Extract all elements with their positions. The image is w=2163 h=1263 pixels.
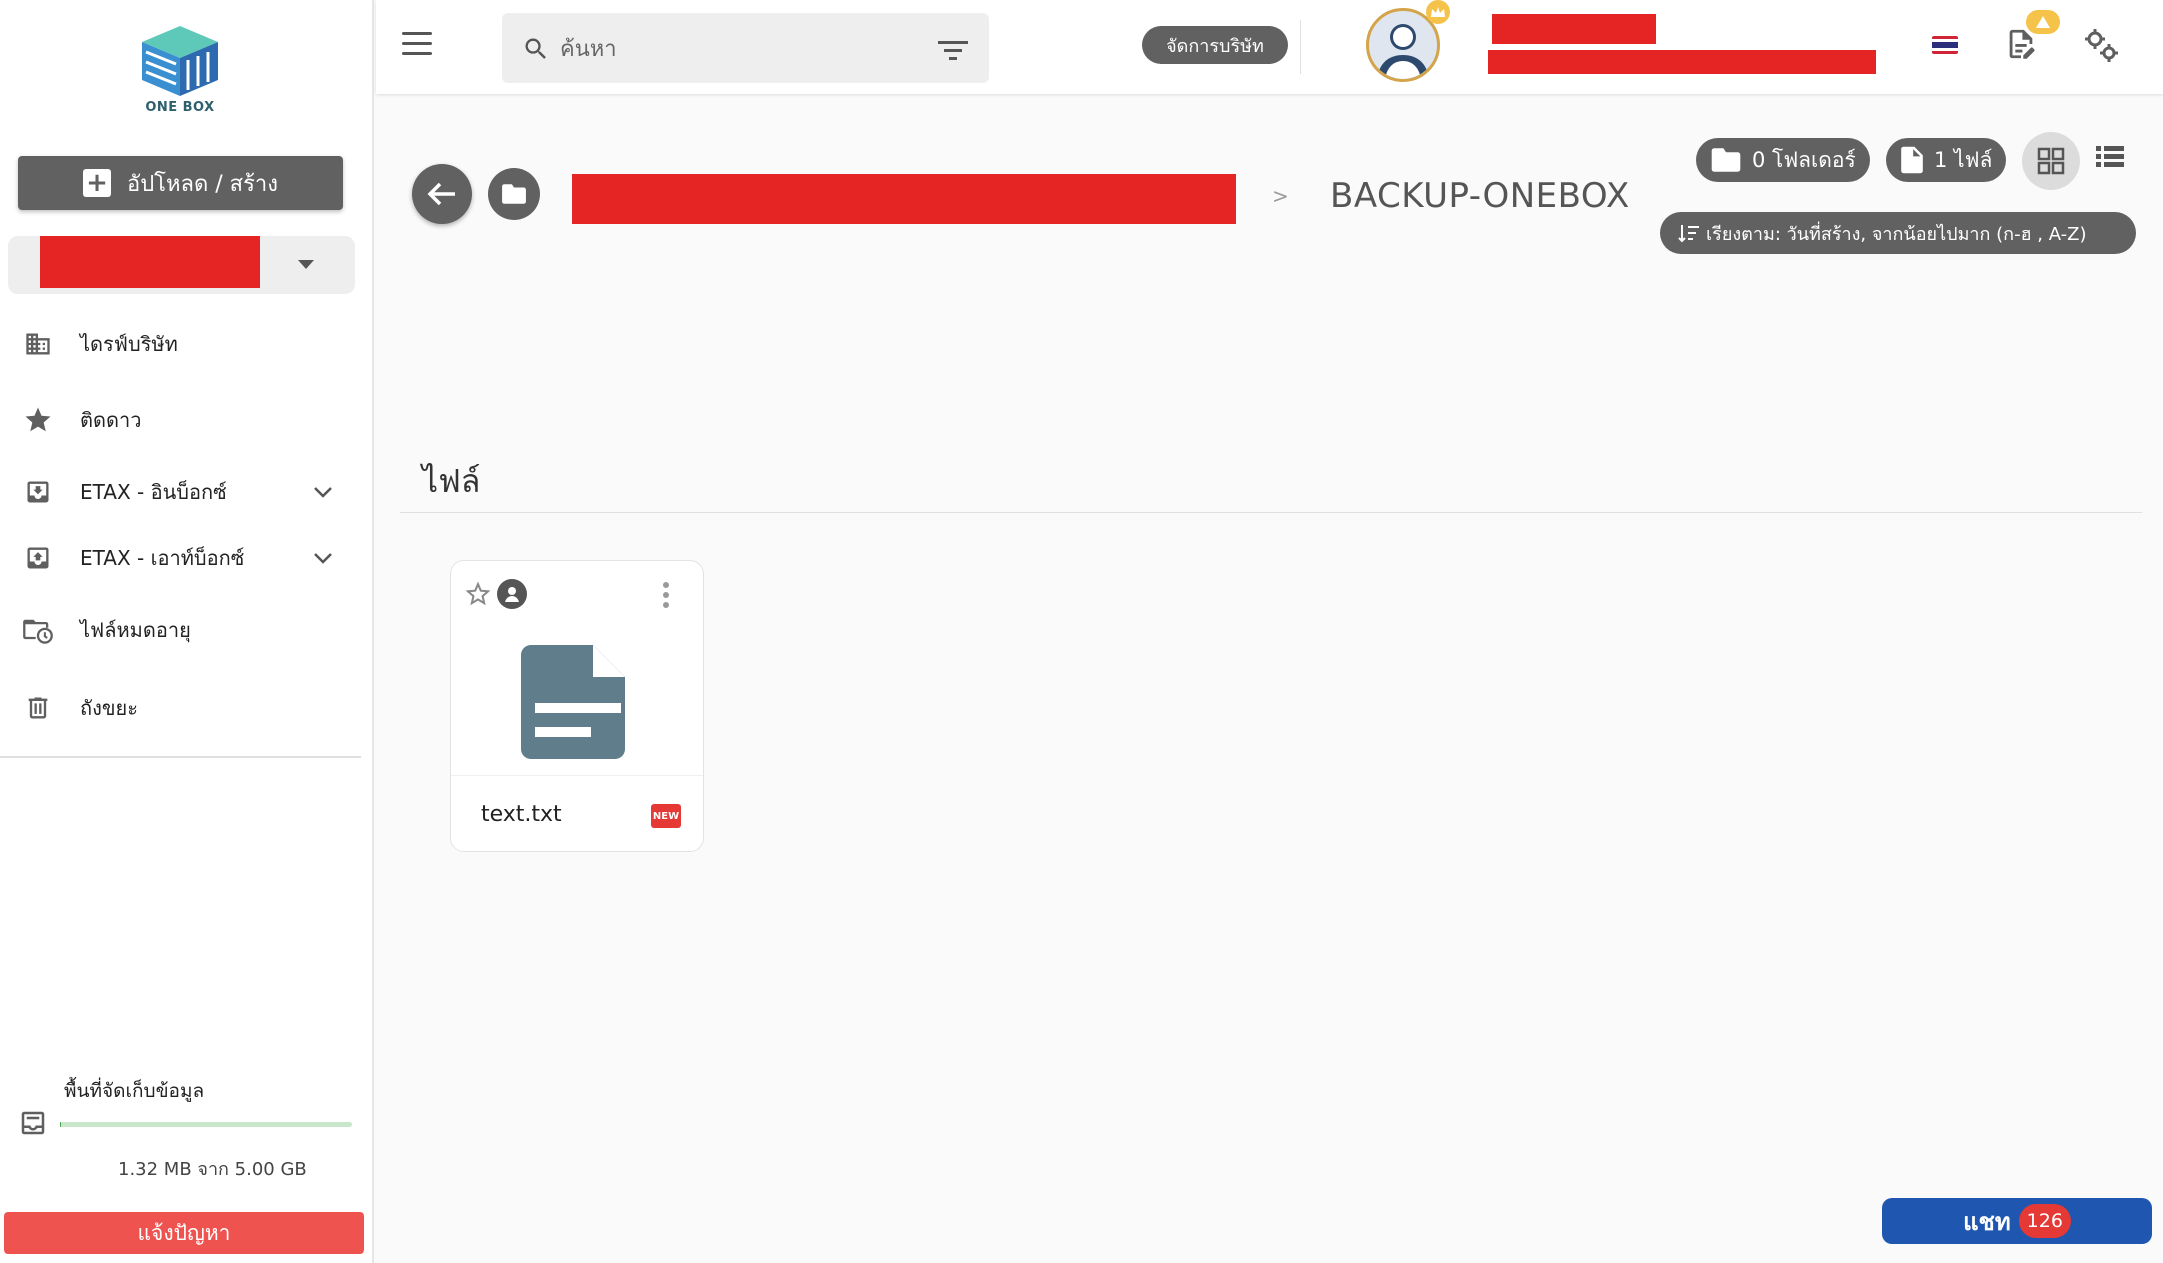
sidebar: ONE BOX + อัปโหลด / สร้าง ไดรฟ์บริษัท ติ… xyxy=(0,0,374,1263)
caret-down-icon xyxy=(298,260,314,269)
upload-create-label: อัปโหลด / สร้าง xyxy=(126,171,278,197)
star-icon xyxy=(22,404,54,436)
onebox-logo-icon xyxy=(142,26,218,96)
inbox-download-icon xyxy=(22,476,54,508)
trash-icon xyxy=(22,692,54,724)
sort-icon xyxy=(1678,225,1699,243)
section-divider xyxy=(400,512,2142,513)
sidebar-item-label: ไดรฟ์บริษัท xyxy=(80,332,178,356)
upload-create-button[interactable]: + อัปโหลด / สร้าง xyxy=(18,156,343,210)
folder-count-chip: 0 โฟลเดอร์ xyxy=(1696,138,1870,182)
crown-icon xyxy=(1426,0,1450,24)
sidebar-item-company-drive[interactable]: ไดรฟ์บริษัท xyxy=(0,316,370,372)
folder-button[interactable] xyxy=(488,168,540,220)
manage-company-button[interactable]: จัดการบริษัท xyxy=(1142,26,1288,64)
list-view-icon[interactable] xyxy=(2096,144,2124,174)
storage-label: พื้นที่จัดเก็บข้อมูล xyxy=(64,1080,205,1102)
warning-icon xyxy=(2026,10,2060,34)
folder-icon xyxy=(502,184,526,204)
sidebar-item-label: ไฟล์หมดอายุ xyxy=(80,618,191,642)
search-box xyxy=(502,13,989,83)
file-icon xyxy=(1901,146,1923,174)
outbox-upload-icon xyxy=(22,542,54,574)
file-card[interactable]: text.txt NEW xyxy=(450,560,704,852)
files-section-title: ไฟล์ xyxy=(422,462,481,500)
building-icon xyxy=(22,328,54,360)
text-document-icon xyxy=(521,645,635,763)
search-input[interactable] xyxy=(560,31,900,67)
folder-icon xyxy=(1711,148,1741,172)
sidebar-item-label: ถังขยะ xyxy=(80,696,139,720)
storage-usage-text: 1.32 MB จาก 5.00 GB xyxy=(118,1159,307,1180)
folder-count-label: 0 โฟลเดอร์ xyxy=(1752,147,1856,172)
logo-text: ONE BOX xyxy=(145,100,215,115)
sidebar-item-starred[interactable]: ติดดาว xyxy=(0,392,370,448)
user-silhouette-icon xyxy=(1377,24,1429,79)
storage-tray-icon xyxy=(18,1108,48,1142)
redacted-breadcrumb-path xyxy=(572,174,1236,224)
sidebar-item-etax-outbox[interactable]: ETAX - เอาท์บ็อกซ์ xyxy=(0,530,370,586)
sidebar-divider xyxy=(0,756,361,758)
more-vertical-icon[interactable] xyxy=(661,581,671,613)
top-bar: จัดการบริษัท xyxy=(376,0,2163,94)
sidebar-item-expired-files[interactable]: ไฟล์หมดอายุ xyxy=(0,602,370,658)
redacted-user-email xyxy=(1488,50,1876,74)
chat-label: แชท xyxy=(1963,1207,2011,1236)
arrow-left-icon xyxy=(427,182,455,206)
thai-flag-icon[interactable] xyxy=(1932,36,1958,54)
search-icon xyxy=(522,35,550,67)
sidebar-item-trash[interactable]: ถังขยะ xyxy=(0,680,370,736)
redacted-account-name xyxy=(40,236,260,288)
file-card-footer: text.txt NEW xyxy=(451,775,703,851)
breadcrumb-current-folder: BACKUP-ONEBOX xyxy=(1330,176,1630,216)
sort-label: เรียงตาม: วันที่สร้าง, จากน้อยไปมาก (ก-ฮ… xyxy=(1706,223,2087,245)
back-button[interactable] xyxy=(412,164,472,224)
sidebar-item-label: ติดดาว xyxy=(80,408,142,432)
redacted-user-name xyxy=(1492,14,1656,44)
sidebar-item-label: ETAX - เอาท์บ็อกซ์ xyxy=(80,546,245,570)
chat-unread-count: 126 xyxy=(2018,1204,2071,1238)
onebox-logo[interactable]: ONE BOX xyxy=(138,24,222,122)
sort-chip[interactable]: เรียงตาม: วันที่สร้าง, จากน้อยไปมาก (ก-ฮ… xyxy=(1660,212,2136,254)
report-problem-button[interactable]: แจ้งปัญหา xyxy=(4,1212,364,1254)
plus-icon: + xyxy=(82,169,111,197)
file-name: text.txt xyxy=(481,802,562,827)
gears-icon[interactable] xyxy=(2082,26,2120,68)
menu-icon[interactable] xyxy=(402,32,432,56)
new-badge: NEW xyxy=(651,804,681,828)
sidebar-item-etax-inbox[interactable]: ETAX - อินบ็อกซ์ xyxy=(0,464,370,520)
chevron-down-icon[interactable] xyxy=(313,482,333,502)
file-count-chip: 1 ไฟล์ xyxy=(1886,138,2007,182)
star-outline-icon[interactable] xyxy=(463,579,493,613)
topbar-separator xyxy=(1300,20,1301,74)
grid-view-icon xyxy=(2037,147,2065,175)
storage-progress-bar xyxy=(60,1122,352,1127)
storage-progress-fill xyxy=(60,1122,61,1127)
grid-view-button[interactable] xyxy=(2022,132,2080,190)
chat-button[interactable]: แชท 126 xyxy=(1882,1198,2152,1244)
filter-icon[interactable] xyxy=(938,39,968,65)
breadcrumb-separator: > xyxy=(1272,184,1289,208)
sidebar-item-label: ETAX - อินบ็อกซ์ xyxy=(80,480,227,504)
account-selector[interactable] xyxy=(8,236,355,294)
shared-user-icon xyxy=(497,579,527,609)
folder-clock-icon xyxy=(22,614,54,646)
chevron-down-icon[interactable] xyxy=(313,548,333,568)
file-count-label: 1 ไฟล์ xyxy=(1934,147,1993,172)
